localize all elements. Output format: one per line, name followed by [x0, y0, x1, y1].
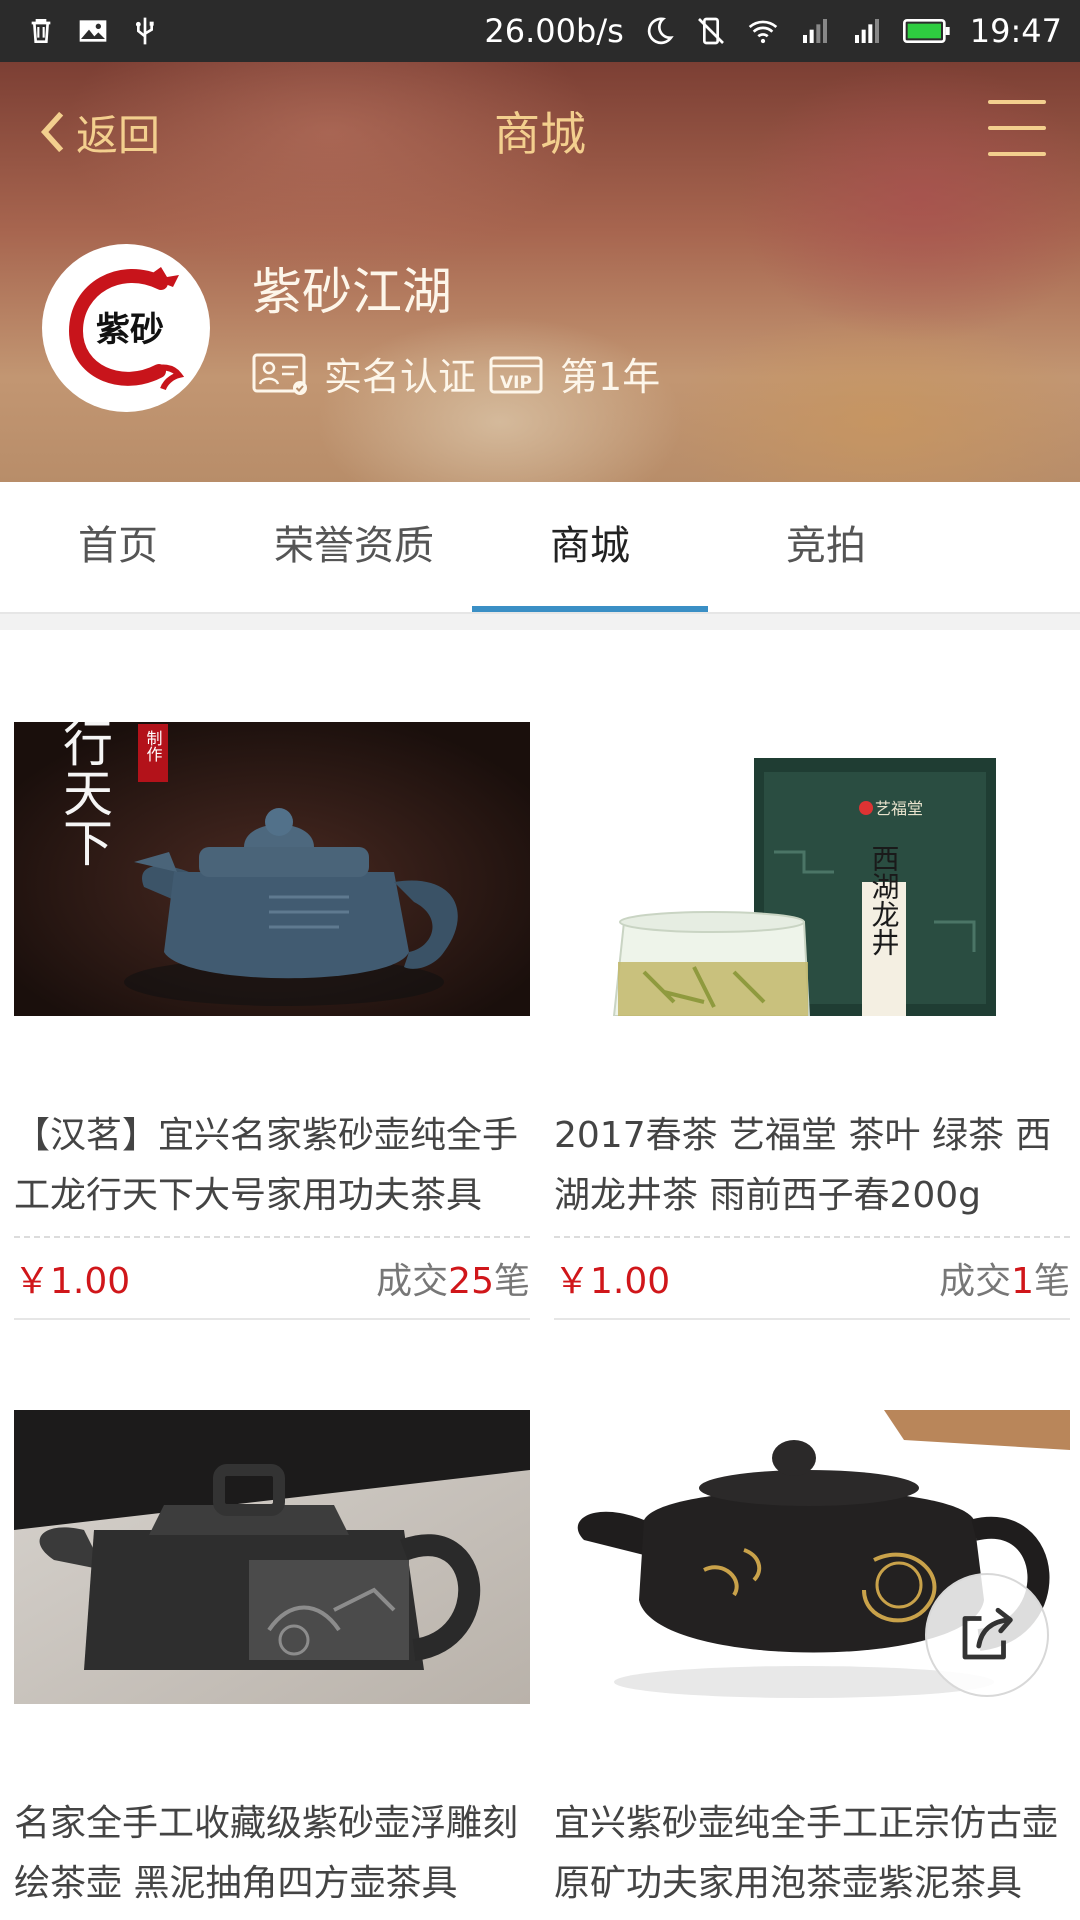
- svg-text:制作: 制作: [144, 730, 163, 762]
- shop-badges: 实名认证 VIP 第1年: [252, 346, 660, 401]
- product-meta: ￥1.00 成交25笔: [14, 1238, 530, 1318]
- menu-button[interactable]: [988, 100, 1046, 156]
- tab-auction[interactable]: 竞拍: [708, 482, 944, 612]
- shop-logo: 紫砂: [68, 267, 185, 391]
- net-speed: 26.00b/s: [484, 12, 624, 50]
- shop-name: 紫砂江湖: [252, 263, 452, 321]
- product-title[interactable]: 【汉茗】宜兴名家紫砂壶纯全手工龙行天下大号家用功夫茶具: [14, 1106, 530, 1226]
- page-title: 商城: [494, 107, 586, 161]
- card-bottom-border: [14, 1318, 530, 1320]
- svg-text:艺福堂: 艺福堂: [875, 799, 923, 818]
- clock: 19:47: [969, 12, 1062, 50]
- vip-years: 第1年: [560, 355, 661, 399]
- tab-honors[interactable]: 荣誉资质: [236, 482, 472, 612]
- menu-icon-bar: [988, 100, 1046, 104]
- svg-text:行天下: 行天下: [55, 722, 113, 867]
- moon-icon: [642, 14, 676, 48]
- product-price: ￥1.00: [14, 1261, 131, 1302]
- card-bottom-border: [554, 1318, 1070, 1320]
- shop-tabs: 首页 荣誉资质 商城 竞拍: [0, 482, 1080, 614]
- tab-mall[interactable]: 商城: [472, 482, 708, 612]
- product-image[interactable]: 行天下 制作: [14, 722, 530, 1016]
- shop-header: 返回 商城 紫砂 紫砂江湖 实名认证 VIP 第1年: [0, 62, 1080, 482]
- shop-avatar[interactable]: 紫砂: [42, 244, 210, 412]
- svg-text:紫砂: 紫砂: [96, 310, 164, 350]
- verify-label: 实名认证: [324, 355, 477, 399]
- signal-icon-2: [850, 14, 884, 48]
- product-price: ￥1.00: [554, 1261, 671, 1302]
- status-right: 26.00b/s 19:47: [484, 12, 1062, 50]
- battery-icon: [902, 14, 952, 48]
- id-card-icon: [252, 352, 310, 396]
- product-meta: ￥1.00 成交1笔: [554, 1238, 1070, 1318]
- vibrate-off-icon: [694, 14, 728, 48]
- status-bar: 26.00b/s 19:47: [0, 0, 1080, 62]
- status-left: [24, 14, 162, 48]
- menu-icon-bar: [988, 152, 1046, 156]
- product-title[interactable]: 宜兴紫砂壶纯全手工正宗仿古壶原矿功夫家用泡茶壶紫泥茶具: [554, 1794, 1070, 1914]
- product-sales: 成交25笔: [376, 1261, 530, 1302]
- product-card[interactable]: 行天下 制作 【汉茗】宜兴名家紫砂壶纯全手工龙行天下大号家用功夫茶具 ￥1.00…: [14, 722, 530, 1320]
- menu-icon-bar: [988, 126, 1046, 130]
- tab-home[interactable]: 首页: [0, 482, 236, 612]
- section-gap: [0, 614, 1080, 630]
- product-title[interactable]: 2017春茶 艺福堂 茶叶 绿茶 西湖龙井茶 雨前西子春200g: [554, 1106, 1070, 1226]
- trash-icon: [24, 14, 58, 48]
- product-sales: 成交1笔: [939, 1261, 1070, 1302]
- product-image[interactable]: 艺福堂 西湖龙井: [554, 722, 1070, 1016]
- vip-icon: VIP: [488, 352, 546, 396]
- signal-icon: [798, 14, 832, 48]
- product-card[interactable]: 艺福堂 西湖龙井 2017春茶 艺福堂 茶叶 绿茶 西湖龙井茶 雨前西子春200…: [554, 722, 1070, 1320]
- share-button[interactable]: [925, 1573, 1049, 1697]
- tabs-spacer: [944, 482, 1080, 612]
- wifi-icon: [746, 14, 780, 48]
- usb-icon: [128, 14, 162, 48]
- svg-text:西湖龙井: 西湖龙井: [868, 844, 901, 956]
- product-card[interactable]: 名家全手工收藏级紫砂壶浮雕刻绘茶壶 黑泥抽角四方壶茶具: [14, 1410, 530, 1914]
- product-image[interactable]: [14, 1410, 530, 1704]
- share-icon: [962, 1607, 1013, 1660]
- image-icon: [76, 14, 110, 48]
- svg-text:VIP: VIP: [500, 373, 532, 393]
- product-title[interactable]: 名家全手工收藏级紫砂壶浮雕刻绘茶壶 黑泥抽角四方壶茶具: [14, 1794, 530, 1914]
